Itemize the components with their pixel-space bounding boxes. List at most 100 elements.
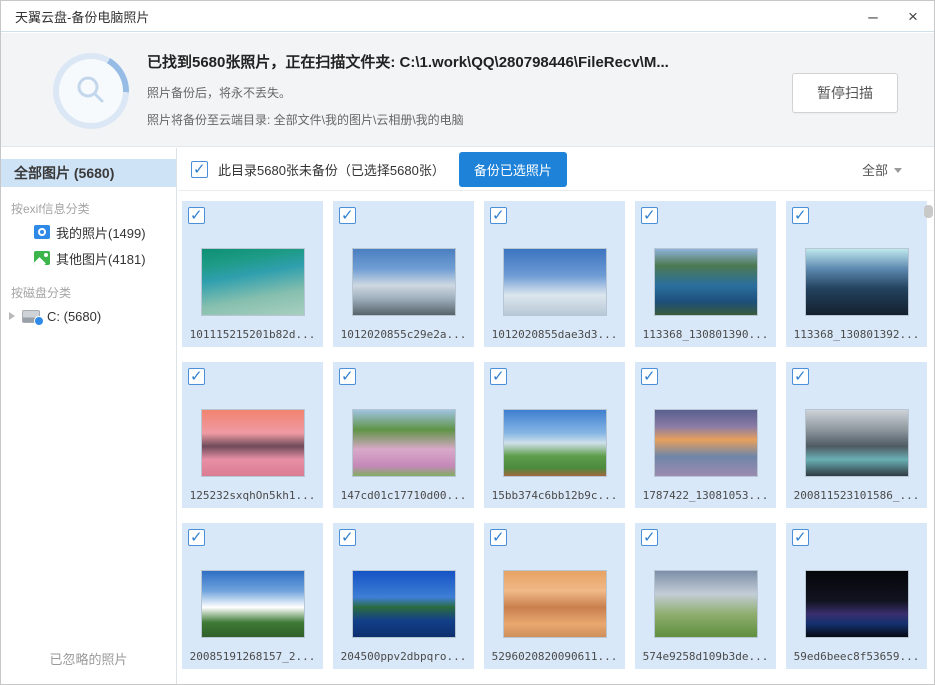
photo-checkbox[interactable]: [339, 207, 356, 224]
photo-filename: 15bb374c6bb12b9c...: [484, 489, 625, 502]
photo-filename: 204500ppv2dbpqro...: [333, 650, 474, 663]
selection-info-text: 此目录5680张未备份（已选择5680张）: [218, 160, 445, 179]
sidebar-group-exif: 按exif信息分类: [1, 197, 176, 219]
photo-thumbnail[interactable]: [504, 249, 606, 315]
minimize-button[interactable]: –: [860, 5, 886, 29]
photo-thumbnail[interactable]: [655, 249, 757, 315]
body-area: 全部图片 (5680) 按exif信息分类 我的照片(1499) 其他图片(41…: [1, 148, 934, 684]
chevron-down-icon: [894, 168, 902, 173]
photo-thumbnail[interactable]: [806, 410, 908, 476]
photo-card[interactable]: 113368_130801392...: [786, 201, 927, 347]
scrollbar-thumb[interactable]: [924, 205, 933, 218]
photo-card[interactable]: 20085191268157_2...: [182, 523, 323, 669]
photo-checkbox[interactable]: [490, 529, 507, 546]
sidebar-item-label: 我的照片(1499): [56, 223, 146, 242]
photo-thumbnail[interactable]: [655, 571, 757, 637]
backup-promise-text: 照片备份后，将永不丢失。: [147, 84, 784, 101]
disk-drive-icon: [22, 310, 40, 323]
expand-arrow-icon[interactable]: [9, 312, 15, 320]
photo-card[interactable]: 113368_130801390...: [635, 201, 776, 347]
photo-thumbnail[interactable]: [504, 571, 606, 637]
photo-checkbox[interactable]: [188, 368, 205, 385]
photo-checkbox[interactable]: [641, 368, 658, 385]
photo-card[interactable]: 1012020855dae3d3...: [484, 201, 625, 347]
photo-filename: 125232sxqhOn5kh1...: [182, 489, 323, 502]
sidebar-group-disk: 按磁盘分类: [1, 281, 176, 303]
titlebar: 天翼云盘-备份电脑照片 – ×: [1, 1, 934, 32]
app-window: 天翼云盘-备份电脑照片 – × 已找到5680张照片，正在扫描文件夹: C:\1…: [0, 0, 935, 685]
photo-filename: 20085191268157_2...: [182, 650, 323, 663]
photo-card[interactable]: 1787422_13081053...: [635, 362, 776, 508]
photo-filename: 200811523101586_...: [786, 489, 927, 502]
photo-checkbox[interactable]: [792, 207, 809, 224]
photo-checkbox[interactable]: [339, 529, 356, 546]
photo-filename: 574e9258d109b3de...: [635, 650, 776, 663]
sidebar-item-all-photos[interactable]: 全部图片 (5680): [1, 159, 176, 187]
camera-icon: [34, 225, 50, 239]
photo-card[interactable]: 59ed6beec8f53659...: [786, 523, 927, 669]
window-title: 天翼云盘-备份电脑照片: [1, 7, 149, 26]
photo-checkbox[interactable]: [188, 529, 205, 546]
filter-dropdown[interactable]: 全部: [862, 160, 902, 179]
photo-filename: 1787422_13081053...: [635, 489, 776, 502]
sidebar: 全部图片 (5680) 按exif信息分类 我的照片(1499) 其他图片(41…: [1, 148, 177, 684]
photo-card[interactable]: 204500ppv2dbpqro...: [333, 523, 474, 669]
photo-filename: 113368_130801390...: [635, 328, 776, 341]
photo-filename: 59ed6beec8f53659...: [786, 650, 927, 663]
photo-card[interactable]: 200811523101586_...: [786, 362, 927, 508]
photo-filename: 113368_130801392...: [786, 328, 927, 341]
search-badge-icon: [34, 316, 44, 326]
scan-progress-spinner: [53, 53, 129, 129]
photo-thumbnail[interactable]: [806, 249, 908, 315]
photo-checkbox[interactable]: [792, 368, 809, 385]
photo-checkbox[interactable]: [641, 207, 658, 224]
photo-thumbnail[interactable]: [806, 571, 908, 637]
photo-filename: 1012020855dae3d3...: [484, 328, 625, 341]
photo-thumbnail[interactable]: [504, 410, 606, 476]
selection-toolbar: 此目录5680张未备份（已选择5680张） 备份已选照片 全部: [178, 148, 934, 191]
photo-thumbnail[interactable]: [353, 571, 455, 637]
photo-checkbox[interactable]: [490, 207, 507, 224]
scan-status-text: 已找到5680张照片，正在扫描文件夹: C:\1.work\QQ\2807984…: [147, 51, 784, 72]
photo-card[interactable]: 125232sxqhOn5kh1...: [182, 362, 323, 508]
scan-header: 已找到5680张照片，正在扫描文件夹: C:\1.work\QQ\2807984…: [1, 33, 934, 147]
sidebar-item-drive-c[interactable]: C: (5680): [1, 303, 176, 329]
photo-checkbox[interactable]: [792, 529, 809, 546]
photo-thumbnail[interactable]: [202, 410, 304, 476]
photo-checkbox[interactable]: [490, 368, 507, 385]
photo-card[interactable]: 147cd01c17710d00...: [333, 362, 474, 508]
photo-filename: 101115215201b82d...: [182, 328, 323, 341]
main-panel: 此目录5680张未备份（已选择5680张） 备份已选照片 全部 10111521…: [178, 148, 934, 684]
photo-thumbnail[interactable]: [655, 410, 757, 476]
close-button[interactable]: ×: [900, 5, 926, 29]
photo-filename: 147cd01c17710d00...: [333, 489, 474, 502]
scrollbar[interactable]: [924, 201, 933, 684]
photo-card[interactable]: 1012020855c29e2a...: [333, 201, 474, 347]
photo-card[interactable]: 15bb374c6bb12b9c...: [484, 362, 625, 508]
backup-selected-button[interactable]: 备份已选照片: [459, 152, 567, 187]
photo-card[interactable]: 574e9258d109b3de...: [635, 523, 776, 669]
photo-filename: 1012020855c29e2a...: [333, 328, 474, 341]
backup-destination-text: 照片将备份至云端目录: 全部文件\我的图片\云相册\我的电脑: [147, 111, 784, 128]
sidebar-item-other-images[interactable]: 其他图片(4181): [1, 245, 176, 271]
photo-thumbnail[interactable]: [353, 410, 455, 476]
photo-filename: 5296020820090611...: [484, 650, 625, 663]
scan-status-block: 已找到5680张照片，正在扫描文件夹: C:\1.work\QQ\2807984…: [147, 51, 784, 138]
window-controls: – ×: [860, 1, 926, 32]
photo-card[interactable]: 101115215201b82d...: [182, 201, 323, 347]
image-icon: [34, 251, 50, 265]
photo-checkbox[interactable]: [188, 207, 205, 224]
photo-checkbox[interactable]: [339, 368, 356, 385]
search-icon: [72, 72, 110, 110]
photo-checkbox[interactable]: [641, 529, 658, 546]
select-all-checkbox[interactable]: [191, 161, 208, 178]
ignored-photos-link[interactable]: 已忽略的照片: [1, 649, 176, 668]
sidebar-item-my-photos[interactable]: 我的照片(1499): [1, 219, 176, 245]
photo-card[interactable]: 5296020820090611...: [484, 523, 625, 669]
photo-thumbnail[interactable]: [202, 571, 304, 637]
sidebar-item-label: C: (5680): [47, 309, 101, 324]
photo-thumbnail[interactable]: [353, 249, 455, 315]
pause-scan-button[interactable]: 暂停扫描: [792, 73, 898, 113]
photo-thumbnail[interactable]: [202, 249, 304, 315]
sidebar-item-label: 其他图片(4181): [56, 249, 146, 268]
